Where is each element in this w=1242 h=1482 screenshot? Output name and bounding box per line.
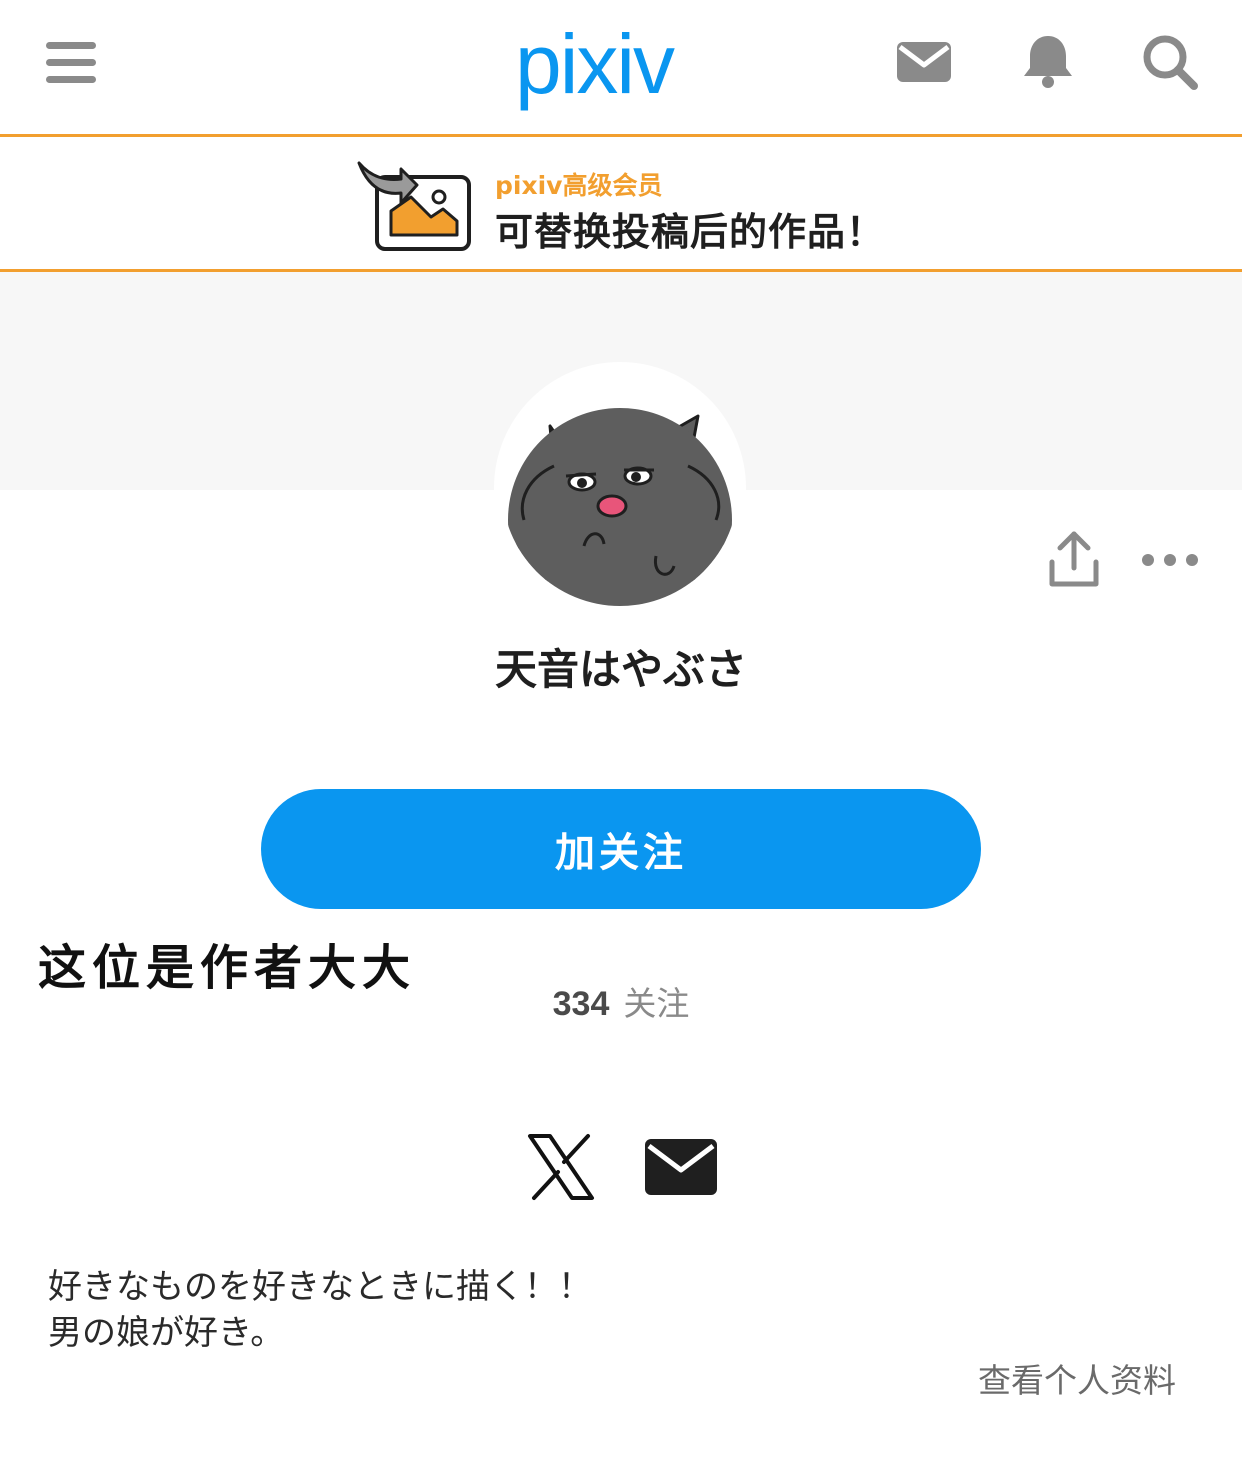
logo-text: pixiv — [515, 17, 675, 111]
view-profile-link[interactable]: 查看个人资料 — [978, 1358, 1176, 1404]
share-icon[interactable] — [1044, 528, 1104, 592]
avatar[interactable] — [502, 370, 738, 606]
bio-line: 好きなものを好きなときに描く！！ — [48, 1267, 592, 1307]
follow-button[interactable]: 加关注 — [261, 789, 981, 909]
bio-line: 男の娘が好き。 — [48, 1313, 285, 1353]
following-label: 关注 — [623, 984, 690, 1023]
premium-banner[interactable]: pixiv高级会员 可替换投稿后的作品！ — [0, 137, 1242, 269]
banner-title: 可替换投稿后的作品！ — [495, 210, 886, 254]
search-icon[interactable] — [1140, 32, 1200, 92]
more-options-icon[interactable] — [1138, 540, 1202, 580]
mail-icon[interactable] — [644, 1138, 718, 1196]
replace-image-icon — [357, 161, 471, 251]
top-bar: pixiv — [0, 0, 1242, 134]
bio: 好きなものを好きなときに描く！！ 男の娘が好き。 — [48, 1264, 592, 1356]
x-icon[interactable] — [526, 1132, 596, 1202]
banner-subtitle: pixiv高级会员 — [495, 171, 663, 200]
pixiv-logo[interactable]: pixiv — [515, 14, 715, 114]
mail-icon[interactable] — [894, 32, 954, 92]
bell-icon[interactable] — [1018, 32, 1078, 92]
following-count: 334 — [552, 985, 610, 1023]
menu-icon[interactable] — [46, 42, 98, 84]
following-stat[interactable]: 334 关注 — [0, 982, 1242, 1032]
username: 天音はやぶさ — [494, 645, 747, 694]
